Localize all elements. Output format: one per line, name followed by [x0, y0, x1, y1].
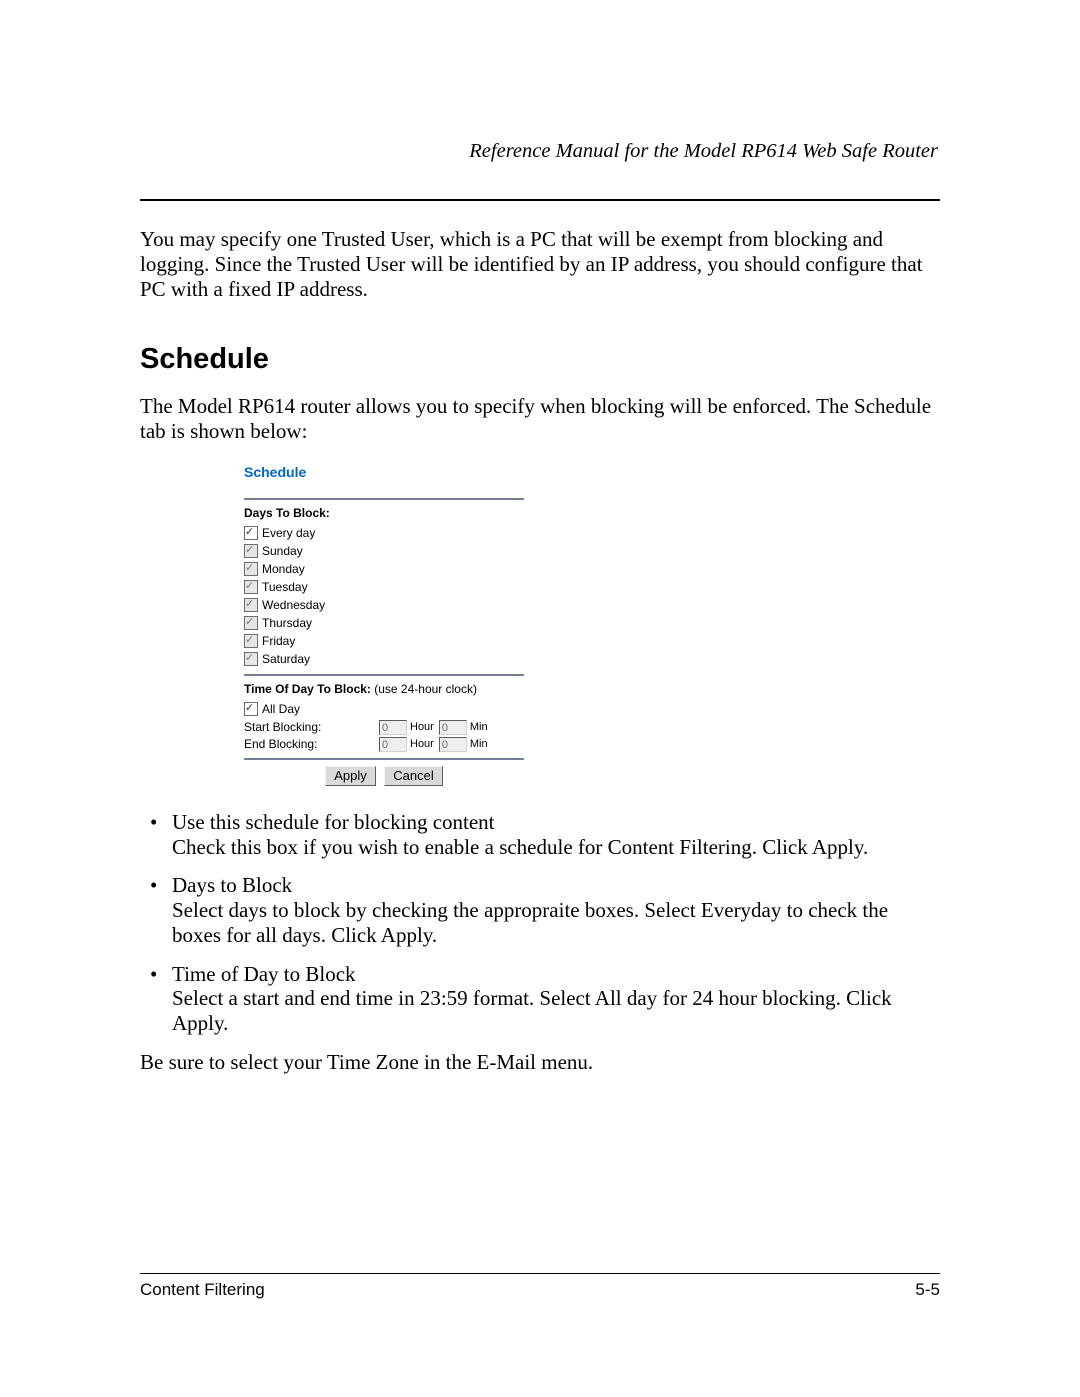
- all-day-checkbox[interactable]: [244, 702, 258, 716]
- page-header: Reference Manual for the Model RP614 Web…: [140, 140, 938, 163]
- ui-divider: [244, 498, 524, 500]
- day-row: Sunday: [244, 542, 524, 560]
- description-list: Use this schedule for blocking contentCh…: [140, 810, 940, 1036]
- day-checkbox: [244, 544, 258, 558]
- button-row: Apply Cancel: [244, 766, 524, 786]
- intro-paragraph: You may specify one Trusted User, which …: [140, 227, 940, 301]
- start-blocking-row: Start Blocking:0Hour0Min: [244, 720, 524, 735]
- day-checkbox[interactable]: [244, 526, 258, 540]
- days-to-block-heading: Days To Block:: [244, 506, 524, 520]
- day-row: Thursday: [244, 614, 524, 632]
- list-item: Time of Day to BlockSelect a start and e…: [140, 962, 940, 1036]
- hour-input[interactable]: 0: [379, 720, 407, 735]
- day-checkbox: [244, 598, 258, 612]
- day-label: Tuesday: [262, 578, 308, 596]
- ui-divider: [244, 758, 524, 760]
- ui-divider: [244, 674, 524, 676]
- schedule-ui-figure: Schedule Days To Block: Every daySundayM…: [244, 464, 524, 786]
- section-heading-schedule: Schedule: [140, 343, 940, 376]
- hour-unit: Hour: [410, 738, 434, 750]
- time-heading-note: (use 24-hour clock): [371, 682, 477, 696]
- day-row: Monday: [244, 560, 524, 578]
- day-label: Saturday: [262, 650, 310, 668]
- time-of-day-heading: Time Of Day To Block: (use 24-hour clock…: [244, 682, 524, 696]
- hour-input[interactable]: 0: [379, 737, 407, 752]
- day-label: Thursday: [262, 614, 312, 632]
- day-checkbox: [244, 652, 258, 666]
- list-item-title: Time of Day to Block: [172, 962, 940, 987]
- footer-rule: [140, 1273, 940, 1274]
- day-label: Friday: [262, 632, 295, 650]
- apply-button[interactable]: Apply: [325, 766, 376, 786]
- hour-unit: Hour: [410, 721, 434, 733]
- list-item-body: Select days to block by checking the app…: [172, 898, 940, 948]
- day-checkbox: [244, 562, 258, 576]
- closing-paragraph: Be sure to select your Time Zone in the …: [140, 1050, 940, 1075]
- day-row: Saturday: [244, 650, 524, 668]
- header-rule: [140, 199, 940, 201]
- day-row: Wednesday: [244, 596, 524, 614]
- list-item: Days to BlockSelect days to block by che…: [140, 873, 940, 947]
- day-label: Sunday: [262, 542, 303, 560]
- day-label: Wednesday: [262, 596, 325, 614]
- footer-right: 5-5: [915, 1280, 940, 1300]
- list-item-body: Check this box if you wish to enable a s…: [172, 835, 940, 860]
- time-row-label: End Blocking:: [244, 737, 378, 751]
- time-heading-bold: Time Of Day To Block:: [244, 682, 371, 696]
- cancel-button[interactable]: Cancel: [384, 766, 442, 786]
- ui-panel-title: Schedule: [244, 464, 524, 480]
- time-row-label: Start Blocking:: [244, 720, 378, 734]
- list-item-body: Select a start and end time in 23:59 for…: [172, 986, 940, 1036]
- page-footer: Content Filtering 5-5: [140, 1273, 940, 1300]
- day-row: Tuesday: [244, 578, 524, 596]
- day-checkbox: [244, 580, 258, 594]
- all-day-label: All Day: [262, 700, 300, 718]
- end-blocking-row: End Blocking:0Hour0Min: [244, 737, 524, 752]
- list-item-title: Use this schedule for blocking content: [172, 810, 940, 835]
- day-checkbox: [244, 634, 258, 648]
- min-input[interactable]: 0: [439, 720, 467, 735]
- all-day-row: All Day: [244, 700, 524, 718]
- list-item-title: Days to Block: [172, 873, 940, 898]
- day-checkbox: [244, 616, 258, 630]
- day-row: Friday: [244, 632, 524, 650]
- list-item: Use this schedule for blocking contentCh…: [140, 810, 940, 860]
- section-intro: The Model RP614 router allows you to spe…: [140, 394, 940, 444]
- min-unit: Min: [470, 721, 488, 733]
- min-unit: Min: [470, 738, 488, 750]
- day-row: Every day: [244, 524, 524, 542]
- day-label: Every day: [262, 524, 315, 542]
- day-label: Monday: [262, 560, 305, 578]
- footer-left: Content Filtering: [140, 1280, 265, 1300]
- min-input[interactable]: 0: [439, 737, 467, 752]
